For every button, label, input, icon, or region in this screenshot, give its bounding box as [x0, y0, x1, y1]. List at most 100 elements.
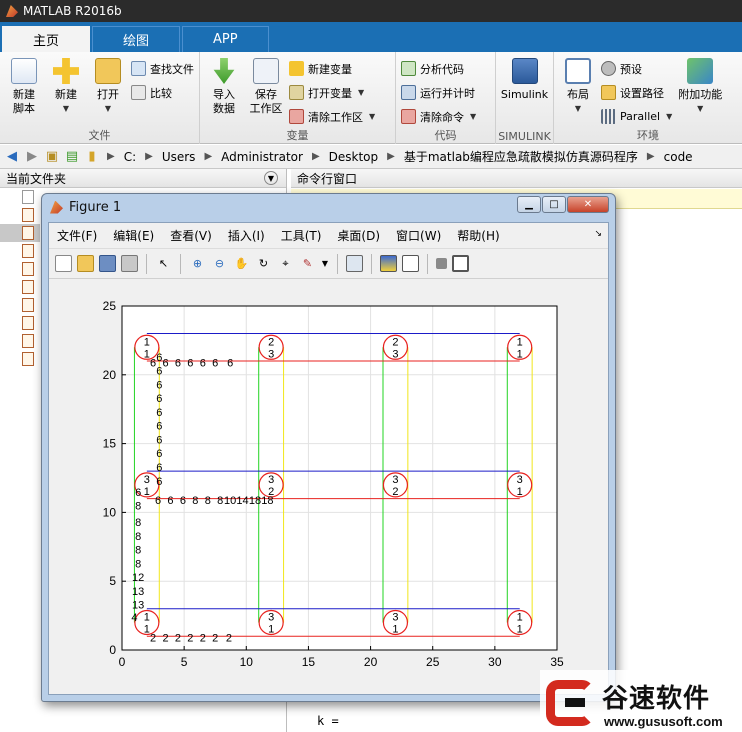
- menu-view[interactable]: 查看(V): [170, 227, 212, 244]
- breadcrumb-item[interactable]: 基于matlab编程应急疏散模拟仿真源码程序: [404, 148, 638, 165]
- add-ons-icon: [687, 58, 714, 84]
- node-label-top: 2: [268, 336, 274, 348]
- data-label: 4: [131, 612, 137, 624]
- chevron-down-icon: ▼: [104, 104, 112, 113]
- data-cursor-icon[interactable]: ⌖: [277, 255, 294, 272]
- compare-button[interactable]: 比较: [131, 82, 194, 103]
- show-plot-tools-icon[interactable]: [452, 255, 469, 272]
- set-path-button[interactable]: 设置路径: [601, 82, 672, 103]
- command-window-header: 命令行窗口: [291, 169, 742, 188]
- simulink-group: Simulink SIMULINK: [496, 52, 554, 144]
- command-window-title: 命令行窗口: [297, 171, 358, 186]
- menu-edit[interactable]: 编辑(E): [113, 227, 154, 244]
- panel-menu-icon[interactable]: ▼: [264, 171, 278, 185]
- breadcrumb-item[interactable]: C:: [124, 150, 136, 164]
- close-button[interactable]: ✕: [567, 196, 609, 213]
- x-tick-label: 15: [302, 655, 316, 669]
- menu-tools[interactable]: 工具(T): [281, 227, 322, 244]
- menu-file[interactable]: 文件(F): [57, 227, 97, 244]
- rotate-3d-icon[interactable]: ↻: [255, 255, 272, 272]
- brush-icon[interactable]: ✎: [299, 255, 316, 272]
- data-label: 6: [156, 366, 162, 378]
- data-label: 6: [156, 379, 162, 391]
- data-label: 2: [226, 633, 232, 645]
- clear-commands-button[interactable]: 清除命令 ▼: [401, 106, 476, 127]
- menu-desktop[interactable]: 桌面(D): [337, 227, 380, 244]
- m-file-icon: [22, 334, 34, 348]
- menu-dock-arrow-icon[interactable]: ↘: [594, 229, 602, 239]
- data-label: 6: [156, 393, 162, 405]
- new-script-icon: [11, 58, 37, 84]
- legend-icon[interactable]: [402, 255, 419, 272]
- y-tick-label: 5: [109, 574, 116, 588]
- breadcrumb-item[interactable]: Desktop: [329, 150, 379, 164]
- data-label: 6: [155, 495, 161, 507]
- list-item[interactable]: [0, 224, 40, 242]
- maximize-button[interactable]: □: [542, 196, 566, 213]
- print-icon[interactable]: [121, 255, 138, 272]
- data-label: 6: [187, 357, 193, 369]
- clear-workspace-button[interactable]: 清除工作区 ▼: [289, 106, 375, 127]
- zoom-in-icon[interactable]: ⊕: [189, 255, 206, 272]
- plot-area[interactable]: 11232311313232311131311166 6 6 6 6 6 666666666…: [49, 280, 608, 694]
- new-variable-button[interactable]: 新建变量: [289, 58, 375, 79]
- link-plot-icon[interactable]: [346, 255, 363, 272]
- find-files-button[interactable]: 查找文件: [131, 58, 194, 79]
- run-and-time-button[interactable]: 运行并计时: [401, 82, 476, 103]
- m-file-icon: [22, 262, 34, 276]
- open-file-icon[interactable]: [77, 255, 94, 272]
- node-label-bottom: 1: [392, 623, 398, 635]
- breadcrumb-item[interactable]: code: [664, 150, 693, 164]
- x-tick-label: 20: [364, 655, 378, 669]
- variable-group: 导入 数据 保存 工作区 新建变量 打开变量 ▼ 清除工作区 ▼ 变量: [200, 52, 396, 144]
- m-file-icon: [22, 208, 34, 222]
- run-and-time-icon: [401, 85, 416, 100]
- data-label: 6: [212, 357, 218, 369]
- data-label: 6: [135, 487, 141, 499]
- file-group-label: 文件: [88, 129, 111, 142]
- pointer-icon[interactable]: ↖: [155, 255, 172, 272]
- node-label-bottom: 1: [144, 623, 150, 635]
- toolbar-divider: [427, 253, 428, 274]
- pan-hand-icon[interactable]: ✋: [233, 255, 250, 272]
- node-label-top: 3: [517, 474, 523, 486]
- data-label: 6: [175, 357, 181, 369]
- breadcrumb-separator: ▶: [646, 151, 655, 162]
- browse-folder-icon[interactable]: ▤: [64, 149, 80, 165]
- toolbar-divider: [180, 253, 181, 274]
- parallel-button[interactable]: Parallel ▼: [601, 106, 672, 127]
- breadcrumb-item[interactable]: Administrator: [221, 150, 303, 164]
- zoom-out-icon[interactable]: ⊖: [211, 255, 228, 272]
- open-variable-button[interactable]: 打开变量 ▼: [289, 82, 375, 103]
- clear-commands-icon: [401, 109, 416, 124]
- data-label: 8: [135, 501, 141, 513]
- new-figure-icon[interactable]: [55, 255, 72, 272]
- data-label: 6: [156, 476, 162, 488]
- menu-help[interactable]: 帮助(H): [457, 227, 499, 244]
- preferences-button[interactable]: 预设: [601, 58, 672, 79]
- hide-plot-tools-icon[interactable]: [436, 258, 447, 269]
- menu-insert[interactable]: 插入(I): [228, 227, 265, 244]
- command-output: k =: [317, 714, 339, 728]
- x-tick-label: 5: [181, 655, 188, 669]
- up-folder-icon[interactable]: ▣: [44, 149, 60, 165]
- chevron-down-icon[interactable]: ▼: [321, 255, 329, 272]
- data-label: 6: [156, 421, 162, 433]
- back-arrow-icon[interactable]: ◀: [4, 149, 20, 165]
- forward-arrow-icon[interactable]: ▶: [24, 149, 40, 165]
- tab-home[interactable]: 主页: [2, 26, 91, 52]
- minimize-button[interactable]: ▁: [517, 196, 541, 213]
- data-label: 2: [200, 633, 206, 645]
- menu-window[interactable]: 窗口(W): [396, 227, 441, 244]
- colorbar-icon[interactable]: [380, 255, 397, 272]
- breadcrumb-item[interactable]: Users: [162, 150, 196, 164]
- data-label: 2: [150, 633, 156, 645]
- tab-plots[interactable]: 绘图: [92, 26, 181, 52]
- m-file-icon: [22, 244, 34, 258]
- new-variable-icon: [289, 61, 304, 76]
- tab-apps[interactable]: APP: [182, 26, 269, 52]
- analyze-code-button[interactable]: 分析代码: [401, 58, 476, 79]
- data-label: 6: [150, 357, 156, 369]
- save-icon[interactable]: [99, 255, 116, 272]
- m-file-icon: [22, 280, 34, 294]
